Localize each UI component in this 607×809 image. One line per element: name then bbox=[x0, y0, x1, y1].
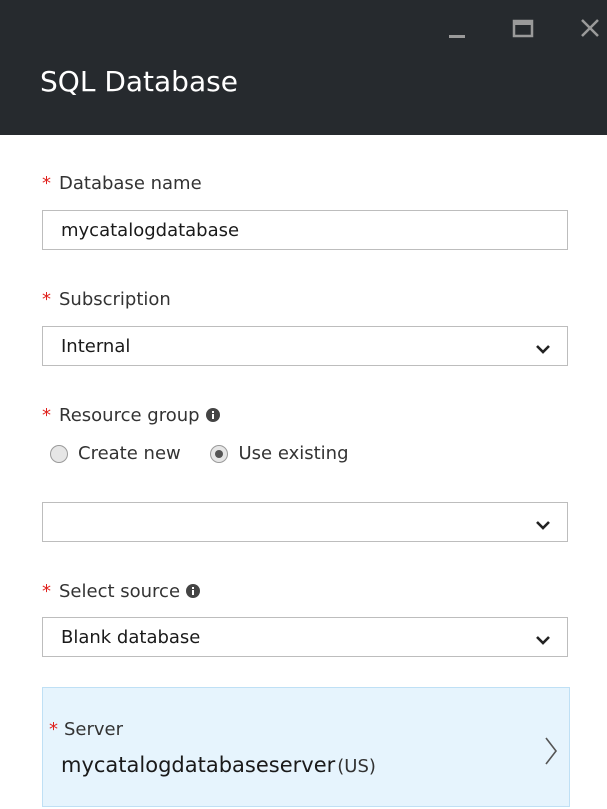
chevron-right-icon bbox=[543, 736, 559, 770]
close-icon[interactable] bbox=[576, 14, 604, 42]
select-source-value: Blank database bbox=[61, 627, 201, 648]
chevron-down-icon bbox=[535, 631, 551, 650]
required-marker: * bbox=[42, 173, 51, 194]
radio-create-new[interactable]: Create new bbox=[50, 440, 181, 468]
database-name-label-text: Database name bbox=[59, 173, 202, 194]
resource-group-label: * Resource group bbox=[42, 404, 220, 429]
chevron-down-icon bbox=[535, 340, 551, 359]
info-icon[interactable] bbox=[186, 581, 201, 605]
radio-use-existing-label: Use existing bbox=[238, 443, 349, 464]
radio-button-selected[interactable] bbox=[210, 445, 229, 463]
server-value: mycatalogdatabaseserver (US) bbox=[61, 751, 376, 781]
server-name: mycatalogdatabaseserver bbox=[61, 753, 336, 777]
subscription-label-text: Subscription bbox=[59, 289, 171, 310]
radio-button-unselected[interactable] bbox=[50, 445, 68, 463]
resource-group-label-text: Resource group bbox=[59, 405, 200, 426]
blade-header: SQL Database bbox=[0, 0, 607, 135]
subscription-value: Internal bbox=[61, 336, 131, 357]
server-label: * Server bbox=[49, 718, 123, 742]
database-name-input[interactable]: mycatalogdatabase bbox=[42, 210, 568, 250]
radio-create-new-label: Create new bbox=[78, 443, 181, 464]
required-marker: * bbox=[42, 289, 51, 310]
resource-group-radio-group: Create new Use existing bbox=[50, 440, 373, 468]
required-marker: * bbox=[49, 719, 58, 740]
minimize-icon[interactable] bbox=[443, 14, 471, 42]
select-source-select[interactable]: Blank database bbox=[42, 617, 568, 657]
server-label-text: Server bbox=[64, 719, 124, 740]
page-title: SQL Database bbox=[40, 65, 238, 98]
database-name-label: * Database name bbox=[42, 172, 202, 196]
resource-group-select[interactable] bbox=[42, 502, 568, 542]
subscription-label: * Subscription bbox=[42, 288, 171, 312]
info-icon[interactable] bbox=[205, 405, 220, 429]
required-marker: * bbox=[42, 581, 51, 602]
server-picker[interactable]: * Server mycatalogdatabaseserver (US) bbox=[42, 687, 570, 807]
select-source-label-text: Select source bbox=[59, 581, 181, 602]
maximize-icon[interactable] bbox=[509, 14, 537, 42]
subscription-select[interactable]: Internal bbox=[42, 326, 568, 366]
server-region: (US) bbox=[337, 756, 376, 777]
database-name-value: mycatalogdatabase bbox=[61, 220, 240, 241]
chevron-down-icon bbox=[535, 516, 551, 535]
sql-database-blade: SQL Database * Database name mycatalogdat… bbox=[0, 0, 607, 809]
select-source-label: * Select source bbox=[42, 580, 201, 605]
radio-use-existing[interactable]: Use existing bbox=[210, 440, 349, 468]
required-marker: * bbox=[42, 405, 51, 426]
